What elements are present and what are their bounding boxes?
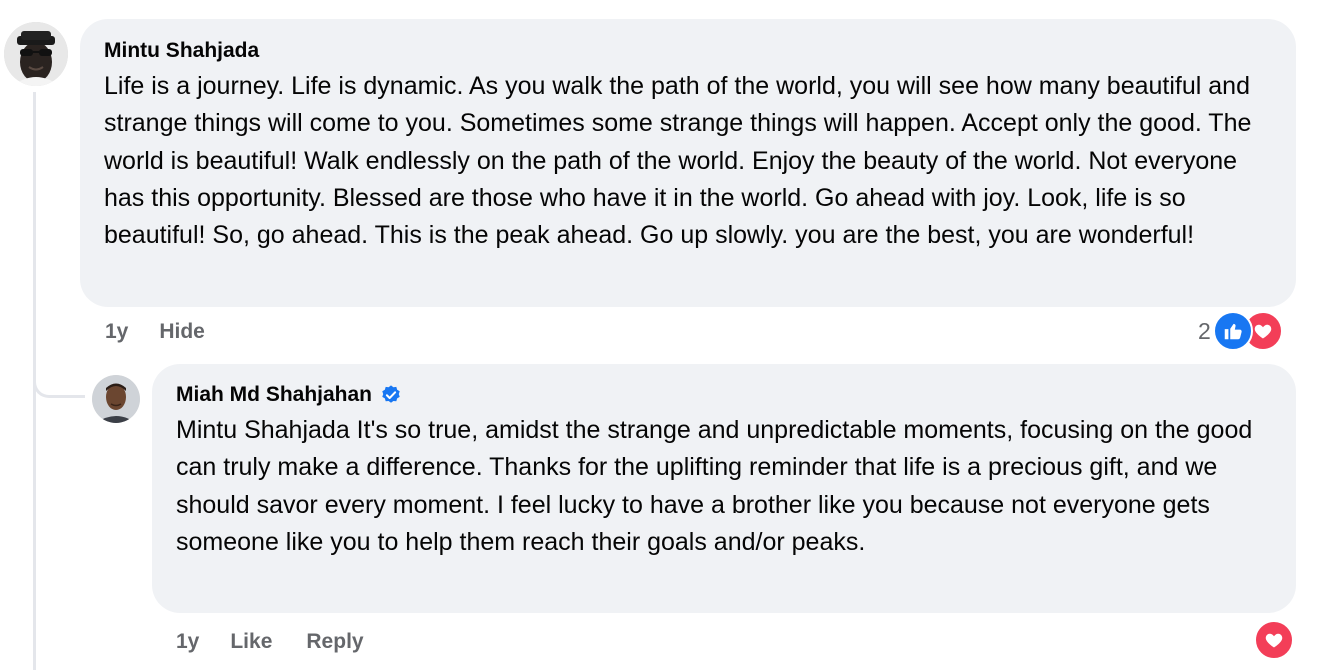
comment-meta: 1y Hide (105, 317, 239, 347)
reply-author[interactable]: Miah Md Shahjahan (176, 381, 1272, 409)
author-name[interactable]: Miah Md Shahjahan (176, 381, 372, 409)
avatar-photo (4, 22, 68, 86)
hide-button[interactable]: Hide (159, 320, 205, 344)
avatar-miah-md-shahjahan[interactable] (92, 375, 140, 423)
avatar-photo (92, 375, 140, 423)
reply-button[interactable]: Reply (306, 630, 363, 654)
reply-text: Mintu Shahjada It's so true, amidst the … (176, 416, 1253, 556)
reaction-summary[interactable]: 2 (1198, 311, 1283, 351)
verified-badge-icon (380, 384, 402, 406)
like-button[interactable]: Like (230, 630, 272, 654)
author-name[interactable]: Mintu Shahjada (104, 37, 259, 65)
reply-bubble: Miah Md Shahjahan Mintu Shahjada It's so… (152, 364, 1296, 613)
comment-bubble: Mintu Shahjada Life is a journey. Life i… (80, 19, 1296, 307)
reply-connector-line (33, 330, 85, 398)
comment-text: Life is a journey. Life is dynamic. As y… (104, 72, 1252, 250)
reply-time[interactable]: 1y (176, 630, 199, 654)
avatar-mintu-shahjada[interactable] (4, 22, 68, 86)
like-icon (1212, 311, 1253, 351)
love-icon (1254, 620, 1294, 660)
comment-author[interactable]: Mintu Shahjada (104, 37, 1272, 65)
reply-reaction-summary[interactable] (1254, 620, 1294, 660)
reply-meta: 1y Like Reply (176, 627, 398, 657)
reaction-count: 2 (1198, 317, 1211, 344)
comment-time[interactable]: 1y (105, 320, 128, 344)
